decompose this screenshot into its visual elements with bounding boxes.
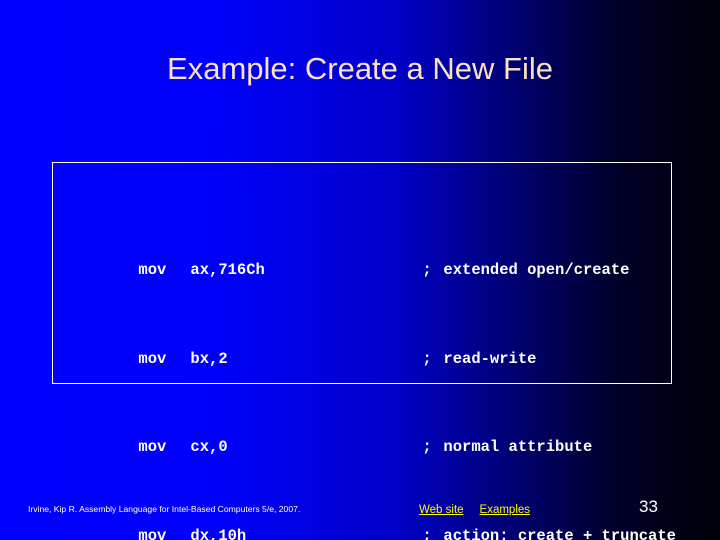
examples-link[interactable]: Examples	[480, 504, 531, 516]
footer-citation: Irvine, Kip R. Assembly Language for Int…	[28, 504, 301, 514]
page-title: Example: Create a New File	[167, 51, 553, 86]
slide-number: 33	[639, 497, 658, 516]
code-comment: extended open/create	[443, 260, 630, 279]
code-operands: dx,10h	[190, 527, 247, 540]
code-comment: normal attribute	[443, 438, 593, 457]
code-comment: read-write	[443, 349, 537, 368]
code-mnemonic: mov	[138, 349, 167, 368]
web-site-link[interactable]: Web site	[419, 504, 464, 516]
code-line: mov cx,0; normal attribute	[64, 414, 676, 456]
code-operands: ax,716Ch	[190, 260, 265, 279]
code-listing-box: mov ax,716Ch; extended open/create mov bx,2…	[52, 162, 676, 540]
code-mnemonic: mov	[138, 438, 167, 457]
code-comment-marker: ;	[422, 260, 432, 279]
code-line: mov bx,2; read-write	[64, 325, 676, 368]
slide: Example: Create a New File mov ax,716Ch; e…	[0, 0, 720, 540]
code-mnemonic: mov	[138, 527, 167, 540]
code-listing: mov ax,716Ch; extended open/create mov bx,2…	[64, 170, 676, 540]
code-operands: bx,2	[190, 349, 228, 368]
code-line: mov ax,716Ch; extended open/create	[64, 237, 676, 279]
code-operands: cx,0	[190, 438, 228, 457]
code-comment: action: create + truncate	[443, 527, 676, 540]
footer-links: Web site Examples	[419, 500, 530, 518]
code-comment-marker: ;	[422, 438, 432, 457]
code-comment-marker: ;	[422, 527, 432, 540]
code-comment-marker: ;	[422, 349, 432, 368]
code-mnemonic: mov	[138, 260, 167, 279]
